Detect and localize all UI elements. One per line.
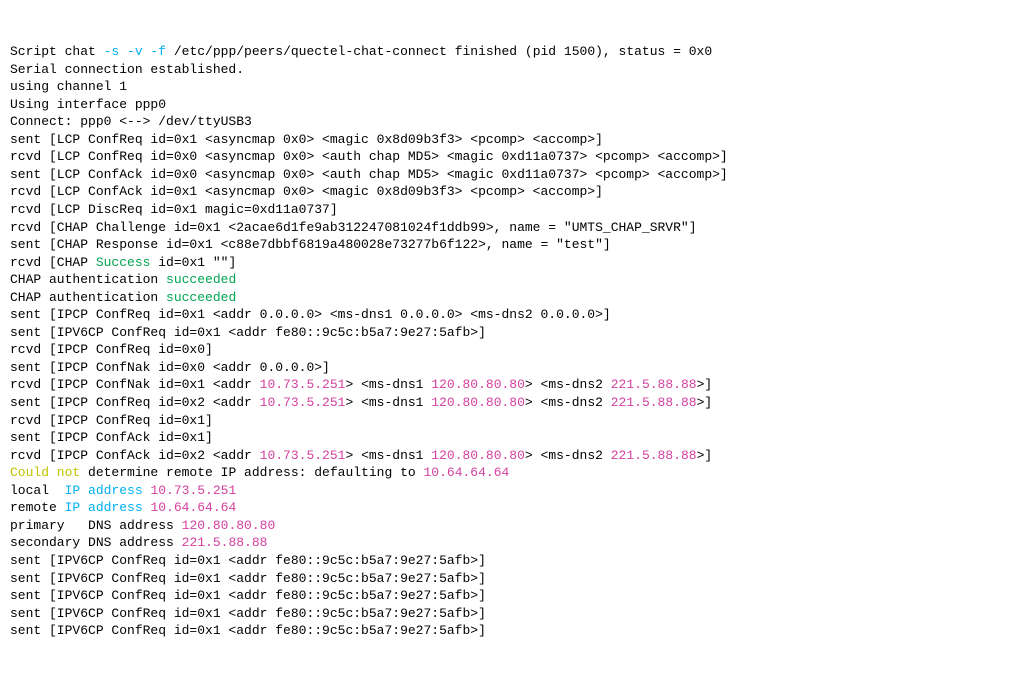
log-line: rcvd [LCP ConfAck id=0x1 <asyncmap 0x0> … [10, 184, 603, 199]
log-line: sent [IPCP ConfNak id=0x0 <addr 0.0.0.0>… [10, 360, 330, 375]
log-line: rcvd [IPCP ConfNak id=0x1 <addr 10.73.5.… [10, 377, 712, 392]
log-line: sent [IPCP ConfAck id=0x1] [10, 430, 213, 445]
log-line: Could not determine remote IP address: d… [10, 465, 509, 480]
log-line: using channel 1 [10, 79, 127, 94]
log-line: rcvd [CHAP Success id=0x1 ""] [10, 255, 236, 270]
log-line: sent [IPV6CP ConfReq id=0x1 <addr fe80::… [10, 588, 486, 603]
log-line: Script chat -s -v -f /etc/ppp/peers/quec… [10, 44, 712, 59]
log-line: CHAP authentication succeeded [10, 290, 236, 305]
log-line: Serial connection established. [10, 62, 244, 77]
log-line: secondary DNS address 221.5.88.88 [10, 535, 267, 550]
log-line: sent [IPV6CP ConfReq id=0x1 <addr fe80::… [10, 623, 486, 638]
log-line: sent [IPCP ConfReq id=0x1 <addr 0.0.0.0>… [10, 307, 611, 322]
log-line: rcvd [LCP ConfReq id=0x0 <asyncmap 0x0> … [10, 149, 728, 164]
log-line: remote IP address 10.64.64.64 [10, 500, 236, 515]
log-line: sent [IPCP ConfReq id=0x2 <addr 10.73.5.… [10, 395, 712, 410]
log-line: sent [LCP ConfAck id=0x0 <asyncmap 0x0> … [10, 167, 728, 182]
log-line: rcvd [CHAP Challenge id=0x1 <2acae6d1fe9… [10, 220, 697, 235]
log-line: rcvd [IPCP ConfReq id=0x0] [10, 342, 213, 357]
log-line: Using interface ppp0 [10, 97, 166, 112]
log-line: local IP address 10.73.5.251 [10, 483, 236, 498]
log-line: rcvd [IPCP ConfReq id=0x1] [10, 413, 213, 428]
log-line: sent [IPV6CP ConfReq id=0x1 <addr fe80::… [10, 571, 486, 586]
log-line: sent [IPV6CP ConfReq id=0x1 <addr fe80::… [10, 553, 486, 568]
log-line: sent [CHAP Response id=0x1 <c88e7dbbf681… [10, 237, 611, 252]
terminal-output: Script chat -s -v -f /etc/ppp/peers/quec… [10, 43, 1024, 640]
log-line: primary DNS address 120.80.80.80 [10, 518, 275, 533]
log-line: sent [IPV6CP ConfReq id=0x1 <addr fe80::… [10, 325, 486, 340]
log-line: rcvd [IPCP ConfAck id=0x2 <addr 10.73.5.… [10, 448, 712, 463]
log-line: sent [IPV6CP ConfReq id=0x1 <addr fe80::… [10, 606, 486, 621]
log-line: sent [LCP ConfReq id=0x1 <asyncmap 0x0> … [10, 132, 603, 147]
log-line: CHAP authentication succeeded [10, 272, 236, 287]
log-line: Connect: ppp0 <--> /dev/ttyUSB3 [10, 114, 252, 129]
log-line: rcvd [LCP DiscReq id=0x1 magic=0xd11a073… [10, 202, 338, 217]
